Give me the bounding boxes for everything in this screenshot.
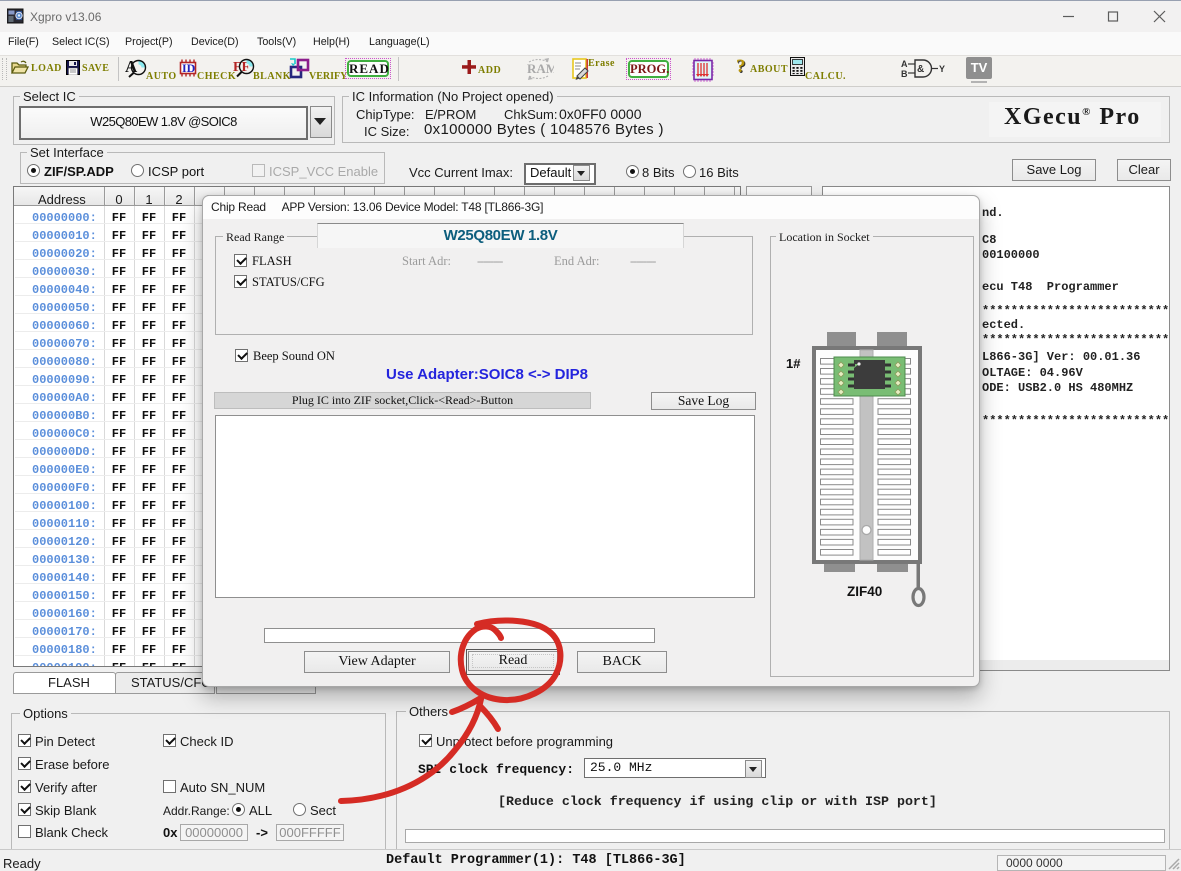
svg-text:ID: ID — [182, 61, 196, 75]
svg-text:&: & — [917, 64, 924, 75]
svg-text:B: B — [901, 69, 908, 79]
svg-text:Y: Y — [939, 64, 945, 74]
svg-text:A: A — [901, 59, 908, 69]
svg-text:RAM: RAM — [527, 61, 554, 76]
